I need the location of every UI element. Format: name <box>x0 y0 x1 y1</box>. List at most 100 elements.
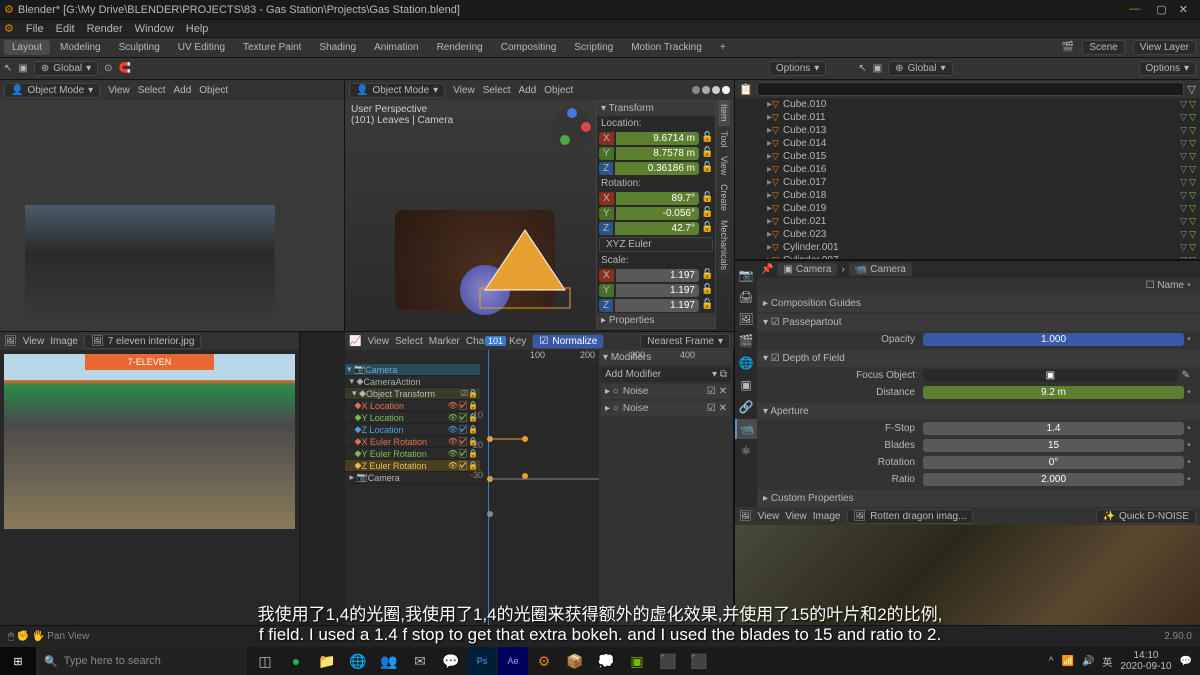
passepartout-section[interactable]: ▾ ☑ Passepartout <box>757 314 1200 331</box>
app-icon[interactable]: ⬛ <box>684 647 714 675</box>
lock-icon[interactable]: 🔓 <box>701 192 713 205</box>
mail-icon[interactable]: ✉ <box>405 647 435 675</box>
menu-object[interactable]: Object <box>199 85 228 96</box>
options-dropdown[interactable]: Options ▾ <box>769 61 827 76</box>
outliner-search[interactable] <box>757 82 1184 96</box>
shading-wireframe-icon[interactable] <box>692 86 700 94</box>
menu-view-2[interactable]: View <box>785 511 807 522</box>
shading-rendered-icon[interactable] <box>722 86 730 94</box>
focus-object-field[interactable]: ▣ <box>923 369 1178 382</box>
editor-type-icon[interactable]: 📋 <box>739 83 753 96</box>
outliner-item[interactable]: ▸ ▽Cube.015▽▽ <box>735 150 1200 163</box>
channel-rot-y[interactable]: ◆ Y Euler Rotation👁☑🔒 <box>345 448 480 460</box>
menu-image[interactable]: Image <box>813 511 841 522</box>
loc-y-field[interactable]: 8.7578 m <box>616 147 699 160</box>
view-layer-selector[interactable]: View Layer <box>1133 40 1196 55</box>
channel-rot-z[interactable]: ◆ Z Euler Rotation👁☑🔒 <box>345 460 480 472</box>
shading-solid-icon[interactable] <box>702 86 710 94</box>
graph-area[interactable]: 100 200 300 400 101 -10 -20 <box>480 350 599 635</box>
maximize-button[interactable]: ▢ <box>1156 3 1166 16</box>
channel-camera-2[interactable]: ▸ 📷 Camera <box>345 472 480 484</box>
lock-icon[interactable]: 🔓 <box>701 132 713 145</box>
workspace-modeling[interactable]: Modeling <box>52 40 109 55</box>
lock-icon[interactable]: 🔓 <box>701 207 713 220</box>
scene-selector[interactable]: Scene <box>1082 40 1124 55</box>
tab-physics[interactable]: ⚛ <box>735 441 757 461</box>
explorer-icon[interactable]: 📁 <box>312 647 342 675</box>
tab-view-layer[interactable]: 🖼 <box>735 309 757 329</box>
channel-action[interactable]: ▾ ◆ CameraAction <box>345 376 480 388</box>
modifier-noise-2[interactable]: ▸ ○ Noise ☑ ✕ <box>601 401 731 416</box>
tray-chevron-icon[interactable]: ^ <box>1049 656 1054 667</box>
clock-date[interactable]: 2020-09-10 <box>1120 661 1171 672</box>
snap-mode[interactable]: Nearest Frame ▾ <box>640 334 730 349</box>
volume-icon[interactable]: 🔊 <box>1082 656 1094 667</box>
workspace-scripting[interactable]: Scripting <box>566 40 621 55</box>
properties-section[interactable]: ▸ Properties <box>597 313 715 328</box>
lock-icon[interactable]: 🔓 <box>701 147 713 160</box>
wifi-icon[interactable]: 📶 <box>1061 656 1073 667</box>
tab-constraints[interactable]: 🔗 <box>735 397 757 417</box>
menu-select[interactable]: Select <box>395 336 423 347</box>
scale-z-field[interactable]: 1.197 <box>615 299 699 312</box>
workspace-motion[interactable]: Motion Tracking <box>623 40 710 55</box>
scale-x-field[interactable]: 1.197 <box>616 269 699 282</box>
minimize-button[interactable]: — <box>1129 3 1140 16</box>
menu-render[interactable]: Render <box>87 23 123 35</box>
tab-view[interactable]: View <box>718 152 730 179</box>
menu-view[interactable]: View <box>23 336 45 347</box>
viewport-3d[interactable]: 👤 Object Mode ▾ View Select Add Object <box>345 80 735 332</box>
app-icon[interactable]: 💭 <box>591 647 621 675</box>
channel-camera[interactable]: ▾ 📷 Camera <box>345 364 480 376</box>
custom-properties-section[interactable]: ▸ Custom Properties <box>757 490 1200 507</box>
menu-marker[interactable]: Marker <box>429 336 460 347</box>
workspace-add[interactable]: + <box>712 40 734 55</box>
aftereffects-icon[interactable]: Ae <box>498 647 528 675</box>
tab-create[interactable]: Create <box>718 180 730 215</box>
teams-icon[interactable]: 👥 <box>374 647 404 675</box>
select-tool-icon-2[interactable]: ▣ <box>873 63 882 74</box>
add-modifier-button[interactable]: Add Modifier ▾ ⧉ <box>601 367 731 382</box>
editor-type-icon[interactable]: 📈 <box>349 336 361 347</box>
menu-view[interactable]: View <box>453 85 475 96</box>
outliner-item[interactable]: ▸ ▽Cube.010▽▽ <box>735 98 1200 111</box>
menu-select[interactable]: Select <box>483 85 511 96</box>
outliner-item[interactable]: ▸ ▽Cube.011▽▽ <box>735 111 1200 124</box>
menu-edit[interactable]: Edit <box>56 23 75 35</box>
outliner-item[interactable]: ▸ ▽Cube.016▽▽ <box>735 163 1200 176</box>
tab-output[interactable]: 🖨 <box>735 287 757 307</box>
menu-image[interactable]: Image <box>50 336 78 347</box>
transform-header[interactable]: ▾ Transform <box>597 101 715 116</box>
tab-mechanicals[interactable]: Mechanicals <box>718 216 730 274</box>
tab-tool[interactable]: Tool <box>718 127 730 152</box>
denoise-button[interactable]: ✨ Quick D-NOISE <box>1096 509 1196 524</box>
loc-z-field[interactable]: 0.36186 m <box>615 162 699 175</box>
scale-y-field[interactable]: 1.197 <box>616 284 699 297</box>
menu-key[interactable]: Key <box>509 336 526 347</box>
menu-view[interactable]: View <box>367 336 389 347</box>
chrome-icon[interactable]: 🌐 <box>343 647 373 675</box>
outliner-item[interactable]: ▸ ▽Cube.013▽▽ <box>735 124 1200 137</box>
spotify-icon[interactable]: ● <box>281 647 311 675</box>
channel-loc-z[interactable]: ◆ Z Location👁☑🔒 <box>345 424 480 436</box>
transform-orientation[interactable]: ⊕ Global ▾ <box>34 61 98 76</box>
loc-x-field[interactable]: 9.6714 m <box>616 132 699 145</box>
lock-icon[interactable]: 🔓 <box>701 269 713 282</box>
distance-field[interactable]: 9.2 m <box>923 386 1184 399</box>
outliner-item[interactable]: ▸ ▽Cube.019▽▽ <box>735 202 1200 215</box>
pivot-icon[interactable]: ⊙ <box>104 63 112 74</box>
normalize-button[interactable]: ☑ Normalize <box>532 334 604 349</box>
rot-z-field[interactable]: 42.7° <box>615 222 699 235</box>
tab-render[interactable]: 📷 <box>735 265 757 285</box>
fstop-field[interactable]: 1.4 <box>923 422 1184 435</box>
composition-guides-section[interactable]: ▸ Composition Guides <box>757 295 1200 312</box>
blender-icon[interactable]: ⚙ <box>529 647 559 675</box>
blades-field[interactable]: 15 <box>923 439 1184 452</box>
reference-image[interactable]: 7-ELEVEN <box>4 354 295 529</box>
transform-orientation-2[interactable]: ⊕ Global ▾ <box>888 61 952 76</box>
object-mode-selector-3d[interactable]: 👤 Object Mode ▾ <box>349 83 445 98</box>
taskbar-search[interactable]: 🔍 Type here to search <box>36 647 246 675</box>
task-view-icon[interactable]: ◫ <box>250 647 280 675</box>
lock-icon[interactable]: 🔓 <box>701 299 713 312</box>
dof-section[interactable]: ▾ ☑ Depth of Field <box>757 350 1200 367</box>
